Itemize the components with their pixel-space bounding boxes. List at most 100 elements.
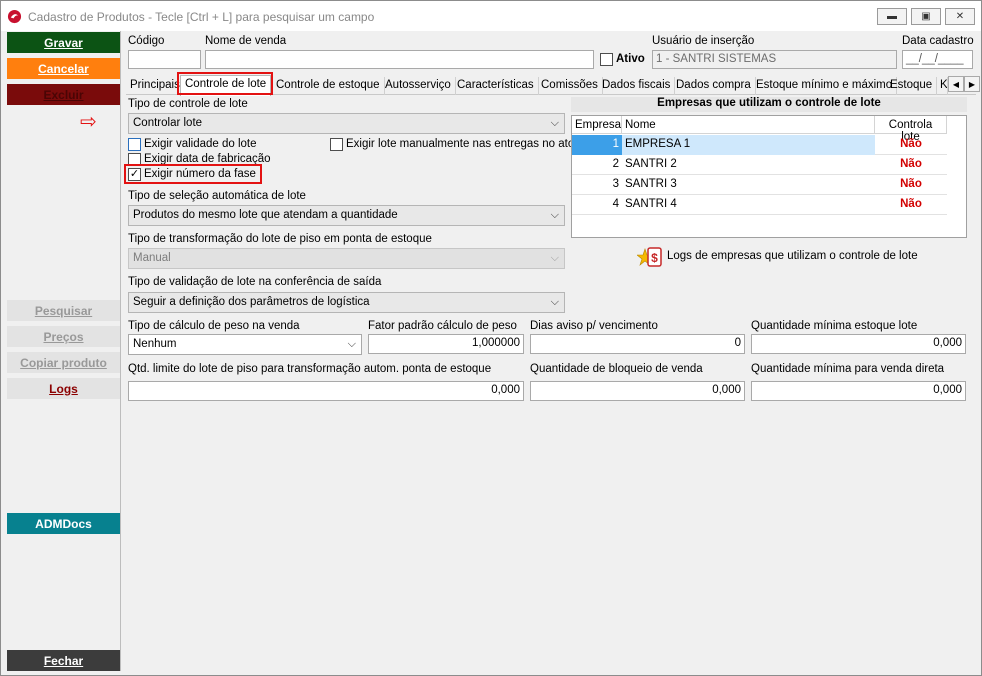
nome-venda-label: Nome de venda [205, 35, 287, 47]
exigir-manual-checkbox[interactable] [330, 138, 343, 151]
calculo-peso-select[interactable]: Nenhum ⌵ [128, 334, 362, 355]
transformacao-lote-select: Manual ⌵ [128, 248, 565, 269]
usuario-insercao-input: 1 - SANTRI SISTEMAS [652, 50, 897, 69]
usuario-insercao-label: Usuário de inserção [652, 35, 755, 47]
exigir-validade-checkbox[interactable] [128, 138, 141, 151]
row-controla-lote: Não [900, 178, 922, 190]
ativo-label: Ativo [616, 53, 645, 65]
table-row[interactable]: 4 SANTRI 4 Não [572, 195, 947, 215]
row-empresa-nome: SANTRI 2 [625, 158, 677, 170]
qtd-min-venda-direta-input[interactable]: 0,000 [751, 381, 966, 401]
row-controla-lote: Não [900, 198, 922, 210]
dias-aviso-label: Dias aviso p/ vencimento [530, 320, 658, 332]
selecao-lote-label: Tipo de seleção automática de lote [128, 190, 306, 202]
fechar-button[interactable]: Fechar [7, 650, 120, 671]
tab-dados-compra[interactable]: Dados compra [672, 77, 756, 95]
table-row[interactable]: 3 SANTRI 3 Não [572, 175, 947, 195]
fator-peso-input[interactable]: 1,000000 [368, 334, 524, 354]
validacao-lote-label: Tipo de validação de lote na conferência… [128, 276, 382, 288]
tab-caracteristicas[interactable]: Características [453, 77, 539, 95]
row-controla-lote: Não [900, 158, 922, 170]
qtd-bloqueio-input[interactable]: 0,000 [530, 381, 745, 401]
selecao-lote-select[interactable]: Produtos do mesmo lote que atendam a qua… [128, 205, 565, 226]
precos-button[interactable]: Preços [7, 326, 120, 347]
admdocs-button[interactable]: ADMDocs [7, 513, 120, 534]
app-logo-icon [7, 9, 22, 24]
title-bar: Cadastro de Produtos - Tecle [Ctrl + L] … [1, 1, 981, 31]
gravar-button[interactable]: Gravar [7, 32, 120, 53]
calculo-peso-label: Tipo de cálculo de peso na venda [128, 320, 300, 332]
grid-header-controla-lote[interactable]: Controla lote [875, 116, 947, 143]
data-cadastro-input[interactable]: __/__/____ [902, 50, 973, 69]
qtd-min-estoque-input[interactable]: 0,000 [751, 334, 966, 354]
grid-header-nome[interactable]: Nome [622, 116, 875, 134]
close-button[interactable]: ✕ [945, 8, 975, 25]
codigo-input[interactable] [128, 50, 201, 69]
cancelar-button[interactable]: Cancelar [7, 58, 120, 79]
tab-estoque[interactable]: Estoque [886, 77, 938, 95]
validacao-lote-select[interactable]: Seguir a definição dos parâmetros de log… [128, 292, 565, 313]
tipo-controle-lote-select[interactable]: Controlar lote ⌵ [128, 113, 565, 134]
pesquisar-button[interactable]: Pesquisar [7, 300, 120, 321]
tab-scroll-right-icon[interactable]: ▶ [964, 76, 980, 92]
qtd-min-venda-direta-label: Quantidade mínima para venda direta [751, 363, 945, 375]
empresas-grid: Empresa Nome Controla lote 1 EMPRESA 1 N… [571, 115, 967, 238]
qtd-limite-input[interactable]: 0,000 [128, 381, 524, 401]
row-empresa-nome: SANTRI 4 [625, 198, 677, 210]
excluir-button[interactable]: Excluir [7, 84, 120, 105]
row-empresa-nome: SANTRI 3 [625, 178, 677, 190]
tab-highlight-box [177, 72, 273, 95]
product-registration-window: Cadastro de Produtos - Tecle [Ctrl + L] … [0, 0, 982, 676]
exigir-manual-label: Exigir lote manualmente nas entregas no … [346, 138, 575, 150]
data-cadastro-label: Data cadastro [902, 35, 974, 47]
chevron-down-icon: ⌵ [347, 338, 356, 350]
calculo-peso-value: Nenhum [133, 338, 177, 350]
tab-scroll-left-icon[interactable]: ◀ [948, 76, 964, 92]
row-empresa-id: 1 [572, 135, 622, 155]
dias-aviso-input[interactable]: 0 [530, 334, 745, 354]
chevron-down-icon: ⌵ [550, 209, 559, 221]
row-empresa-id: 2 [612, 158, 619, 170]
row-empresa-id: 4 [612, 198, 619, 210]
qtd-min-estoque-label: Quantidade mínima estoque lote [751, 320, 918, 332]
svg-text:$: $ [651, 251, 658, 265]
table-row[interactable]: 2 SANTRI 2 Não [572, 155, 947, 175]
tipo-controle-lote-label: Tipo de controle de lote [128, 98, 248, 110]
transformacao-lote-label: Tipo de transformação do lote de piso em… [128, 233, 432, 245]
maximize-button[interactable]: ▣ [911, 8, 941, 25]
validacao-lote-value: Seguir a definição dos parâmetros de log… [133, 296, 370, 308]
chevron-down-icon: ⌵ [550, 117, 559, 129]
tab-dados-fiscais[interactable]: Dados fiscais [598, 77, 676, 95]
logs-empresas-link[interactable]: Logs de empresas que utilizam o controle… [667, 250, 918, 262]
tab-comissoes[interactable]: Comissões [537, 77, 603, 95]
copiar-produto-button[interactable]: Copiar produto [7, 352, 120, 373]
selecao-lote-value: Produtos do mesmo lote que atendam a qua… [133, 209, 398, 221]
table-row[interactable]: 1 EMPRESA 1 Não [572, 135, 947, 155]
fase-highlight-box [124, 164, 262, 184]
chevron-down-icon: ⌵ [550, 252, 559, 264]
action-sidebar: Gravar Cancelar Excluir Pesquisar Preços… [7, 31, 120, 671]
tab-estoque-minimo-maximo[interactable]: Estoque mínimo e máximo [752, 77, 898, 95]
tab-autosservico[interactable]: Autosserviço [381, 77, 456, 95]
row-empresa-nome: EMPRESA 1 [622, 135, 875, 155]
grid-header-empresa[interactable]: Empresa [572, 116, 622, 134]
arrow-pointer-icon: ⇨ [80, 111, 97, 133]
row-empresa-id: 3 [612, 178, 619, 190]
ativo-checkbox[interactable] [600, 53, 613, 66]
nome-venda-input[interactable] [205, 50, 594, 69]
minimize-button[interactable]: ▬ [877, 8, 907, 25]
fator-peso-label: Fator padrão cálculo de peso [368, 320, 517, 332]
row-controla-lote: Não [900, 138, 922, 150]
tab-k[interactable]: K [938, 77, 948, 95]
tipo-controle-lote-value: Controlar lote [133, 117, 203, 129]
logs-button[interactable]: Logs [7, 378, 120, 399]
exigir-validade-label: Exigir validade do lote [144, 138, 257, 150]
main-panel: Código Nome de venda Ativo Usuário de in… [80, 31, 980, 671]
window-title: Cadastro de Produtos - Tecle [Ctrl + L] … [28, 10, 375, 24]
codigo-label: Código [128, 35, 165, 47]
tab-controle-de-estoque[interactable]: Controle de estoque [272, 77, 385, 95]
transformacao-lote-value: Manual [133, 252, 171, 264]
logs-icon[interactable]: $ [637, 246, 663, 268]
empresas-grid-title: Empresas que utilizam o controle de lote [571, 97, 967, 112]
qtd-bloqueio-label: Quantidade de bloqueio de venda [530, 363, 703, 375]
